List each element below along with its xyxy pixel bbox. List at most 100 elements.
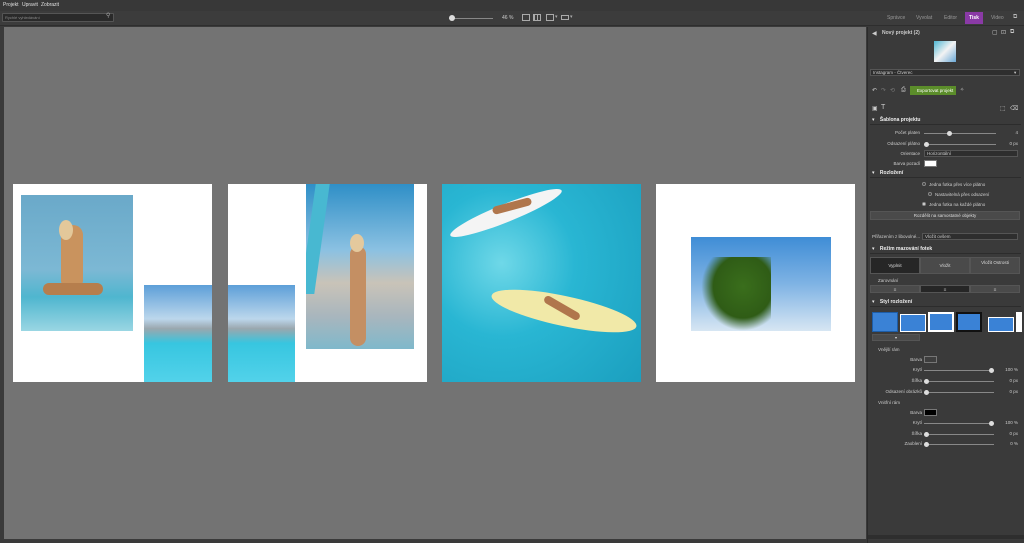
section-fill-mode[interactable]: ▾ Režim mazování fotek: [870, 246, 1021, 254]
zoom-slider-handle[interactable]: [448, 15, 455, 21]
external-window-icon[interactable]: ⧉: [1013, 14, 1017, 21]
inner-opacity-slider[interactable]: [924, 423, 994, 424]
menu-upravit[interactable]: Upravit: [22, 2, 38, 8]
layout-option-radio-selected[interactable]: [922, 202, 926, 206]
export-project-button[interactable]: Exportovat projekt: [910, 86, 956, 95]
magic-icon[interactable]: ✧: [960, 87, 964, 93]
more-styles-button[interactable]: ▾: [872, 334, 920, 341]
layout-option-label: Jedna fotka přes více plátno: [929, 182, 986, 187]
collapse-icon: ▾: [872, 299, 875, 305]
fill-mode-fit-sharp-button[interactable]: Vložit Ostrosti: [970, 257, 1020, 274]
fill-mode-fit-button[interactable]: Vložit: [920, 257, 970, 274]
grid-view-icon[interactable]: [533, 14, 541, 21]
layout-option-label: Jedna fotka na každé plátno: [929, 202, 986, 207]
new-page-icon[interactable]: ▢: [992, 29, 998, 36]
section-layout-style[interactable]: ▾ Styl rozložení: [870, 299, 1021, 307]
layout-style-option[interactable]: [900, 314, 926, 332]
outer-width-slider[interactable]: [924, 381, 994, 382]
section-template-label: Šablona projektu: [879, 117, 921, 123]
section-layout[interactable]: ▾ Rozložení: [870, 170, 1021, 178]
outer-frame-label: Vnější rám: [878, 347, 900, 352]
project-thumbnail[interactable]: [934, 41, 956, 62]
image-icon[interactable]: ▣: [872, 105, 878, 112]
outer-spacing-handle[interactable]: [924, 390, 929, 395]
chevron-down-icon: ▾: [1014, 70, 1017, 75]
outer-color-swatch[interactable]: [924, 356, 937, 363]
canvas-page-4[interactable]: [656, 184, 855, 382]
reset-icon[interactable]: ⟲: [890, 87, 895, 94]
undo-icon[interactable]: ↶: [872, 87, 877, 94]
split-objects-button[interactable]: Rozdělit na samostatné objekty: [870, 211, 1020, 220]
spacing-slider[interactable]: [924, 144, 996, 145]
section-fill-mode-label: Režim mazování fotek: [879, 246, 933, 252]
chevron-down-icon[interactable]: ▾: [555, 14, 558, 20]
orientation-select[interactable]: Horizontální: [924, 150, 1018, 157]
eraser-icon[interactable]: ⌫: [1010, 105, 1018, 112]
outer-spacing-slider[interactable]: [924, 392, 994, 393]
panel-scrollbar[interactable]: [868, 535, 1024, 539]
inner-width-slider[interactable]: [924, 434, 994, 435]
inner-color-swatch[interactable]: [924, 409, 937, 416]
print-canvas[interactable]: [4, 27, 866, 539]
photo-city-beach-left[interactable]: [144, 285, 212, 382]
inner-rounding-handle[interactable]: [924, 442, 929, 447]
photo-palm-sky[interactable]: [691, 237, 831, 331]
inner-frame-label: Vnitřní rám: [878, 400, 901, 405]
layout-option-radio[interactable]: [928, 192, 932, 196]
align-center-button[interactable]: ≡: [920, 285, 970, 293]
background-color-swatch[interactable]: [924, 160, 937, 167]
printer-icon[interactable]: ⎙: [901, 87, 906, 94]
zoom-slider[interactable]: [449, 18, 493, 19]
project-title[interactable]: Nový projekt (2): [882, 30, 920, 36]
inner-rounding-slider[interactable]: [924, 444, 994, 445]
photo-woman-pool[interactable]: [21, 195, 133, 331]
layout-style-option[interactable]: [872, 312, 898, 332]
layout-option-radio[interactable]: [922, 182, 926, 186]
layout-grid-icon[interactable]: [546, 14, 554, 21]
page-count-handle[interactable]: [947, 131, 953, 136]
layout-style-option[interactable]: [1016, 312, 1022, 332]
layout-style-option[interactable]: [988, 317, 1014, 332]
print-preview-icon[interactable]: ⊡: [1001, 29, 1006, 36]
canvas-page-3[interactable]: [442, 184, 641, 382]
ruler-icon[interactable]: [561, 15, 569, 20]
align-right-button[interactable]: ≡: [970, 285, 1020, 293]
save-template-icon[interactable]: ⬚: [1000, 105, 1006, 112]
page-count-slider[interactable]: [924, 133, 996, 134]
canvas-page-2[interactable]: [228, 184, 427, 382]
outer-spacing-label: Odsazení obrázků: [885, 389, 922, 394]
photo-woman-surfboard[interactable]: [306, 184, 414, 349]
redo-icon[interactable]: ↷: [881, 87, 886, 94]
tab-video[interactable]: Video: [987, 12, 1008, 24]
photo-city-beach-right[interactable]: [228, 285, 295, 382]
fill-mode-fill-button[interactable]: Vyplnit: [870, 257, 920, 274]
tab-vyvolat[interactable]: Vyvolat: [912, 12, 936, 24]
tab-tisk[interactable]: Tisk: [965, 12, 983, 24]
chevron-down-icon[interactable]: ▾: [570, 14, 573, 20]
assign-select[interactable]: Vložit ovšem: [922, 233, 1018, 240]
canvas-page-1[interactable]: [13, 184, 212, 382]
outer-width-handle[interactable]: [924, 379, 929, 384]
outer-opacity-handle[interactable]: [989, 368, 994, 373]
menu-projekt[interactable]: Projekt: [3, 2, 19, 8]
layout-style-option[interactable]: [956, 312, 982, 332]
format-select[interactable]: Instagram - Čtverec: [870, 69, 1020, 76]
align-left-button[interactable]: ≡: [870, 285, 920, 293]
fit-view-icon[interactable]: [522, 14, 530, 21]
search-input[interactable]: Rychlé vyhledávání: [2, 13, 114, 22]
photo-surfboards-aerial[interactable]: [442, 184, 641, 382]
tab-editor[interactable]: Editor: [940, 12, 961, 24]
menu-zobrazit[interactable]: Zobrazit: [41, 2, 59, 8]
inner-opacity-handle[interactable]: [989, 421, 994, 426]
search-icon[interactable]: ⚲: [106, 13, 112, 19]
back-arrow-icon[interactable]: ◀: [872, 30, 877, 37]
outer-opacity-slider[interactable]: [924, 370, 994, 371]
outer-color-label: Barva: [910, 357, 922, 362]
copy-icon[interactable]: ⧉: [1010, 29, 1014, 36]
tab-spravce[interactable]: Správce: [883, 12, 909, 24]
layout-style-option-selected[interactable]: [928, 312, 954, 332]
section-template[interactable]: ▾ Šablona projektu: [870, 117, 1021, 125]
inner-width-handle[interactable]: [924, 432, 929, 437]
text-icon[interactable]: T: [881, 104, 885, 111]
spacing-handle[interactable]: [924, 142, 929, 147]
